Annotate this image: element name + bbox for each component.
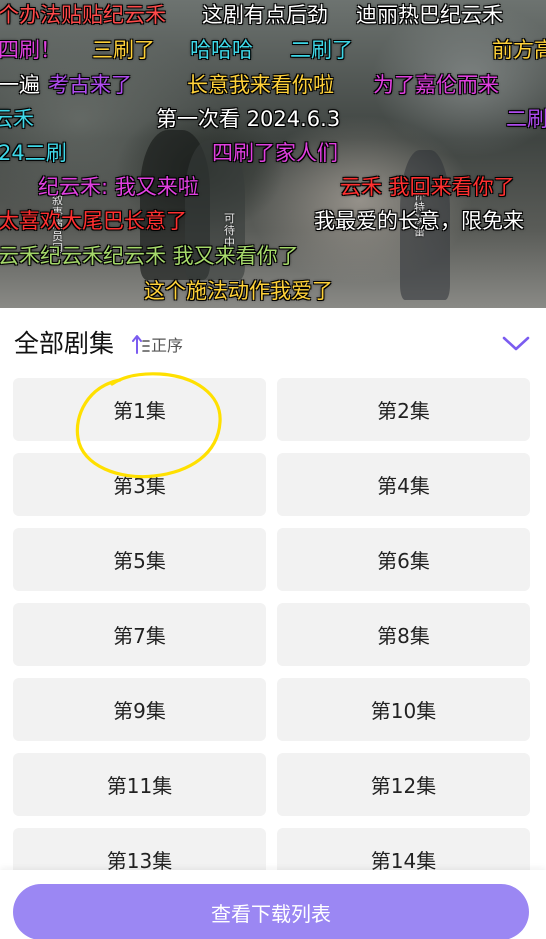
episode-grid: 第1集 第2集 第3集 第4集 第5集 第6集 第7集 第8集 第9集 第10集… [0,378,546,870]
sort-label: 正序 [151,336,184,355]
danmaku-comment: 云禾 [0,107,34,131]
episode-panel: 全部剧集 正序 第1集 第2集 第3集 第4集 第5集 第6集 第7集 第8集 … [0,308,546,939]
episode-button[interactable]: 第4集 [277,453,530,516]
episode-button[interactable]: 第7集 [13,603,266,666]
footer-bar: 查看下载列表 [0,870,546,939]
episode-button[interactable]: 第14集 [277,828,530,870]
sort-order-toggle[interactable]: 正序 [132,332,183,356]
danmaku-comment: 个办法贴贴纪云禾 [0,3,166,27]
danmaku-comment: 哈哈哈 [190,38,253,62]
danmaku-comment: 迪丽热巴纪云禾 [356,3,503,27]
danmaku-comment: 这剧有点后劲 [202,3,328,27]
chevron-down-icon[interactable] [500,330,532,356]
danmaku-comment: 我最爱的长意，限免来 [314,209,524,233]
danmaku-comment: 云禾 我回来看你了 [340,175,515,199]
episode-button[interactable]: 第10集 [277,678,530,741]
episode-button[interactable]: 第11集 [13,753,266,816]
episode-button[interactable]: 第13集 [13,828,266,870]
danmaku-comment: 二刷了 [290,38,353,62]
danmaku-comment: 考古来了 [48,73,132,97]
episode-button[interactable]: 第9集 [13,678,266,741]
danmaku-comment: 前方高 [492,38,546,62]
danmaku-comment: 三刷了 [92,38,155,62]
danmaku-comment: 第一次看 2024.6.3 [156,107,341,131]
panel-header: 全部剧集 正序 [0,308,546,378]
danmaku-comment: 云禾纪云禾纪云禾 我又来看你了 [0,244,299,268]
danmaku-comment: 四刷！ [0,38,61,62]
video-player[interactable]: 叙事演员国 可待中 怀特演蕾 个办法贴贴纪云禾 这剧有点后劲 迪丽热巴纪云禾 四… [0,0,546,308]
episode-button[interactable]: 第3集 [13,453,266,516]
episode-button[interactable]: 第8集 [277,603,530,666]
danmaku-comment: 二刷 [506,107,546,131]
episode-button[interactable]: 第6集 [277,528,530,591]
danmaku-comment: 纪云禾: 我又来啦 [38,175,199,199]
episode-button[interactable]: 第2集 [277,378,530,441]
episode-button[interactable]: 第12集 [277,753,530,816]
danmaku-comment: 一遍 [0,73,40,97]
danmaku-comment: 四刷了家人们 [212,141,338,165]
danmaku-comment: 太喜欢大尾巴长意了 [0,209,187,233]
danmaku-comment: 长意我来看你啦 [187,73,334,97]
danmaku-comment: 24二刷 [0,141,67,165]
episode-button[interactable]: 第5集 [13,528,266,591]
danmaku-comment: 为了嘉伦而来 [373,73,499,97]
view-download-list-button[interactable]: 查看下载列表 [13,884,529,939]
sort-ascending-icon [132,335,150,354]
danmaku-comment: 这个施法动作我爱了 [144,279,333,303]
panel-title: 全部剧集 [14,329,115,358]
episode-button[interactable]: 第1集 [13,378,266,441]
